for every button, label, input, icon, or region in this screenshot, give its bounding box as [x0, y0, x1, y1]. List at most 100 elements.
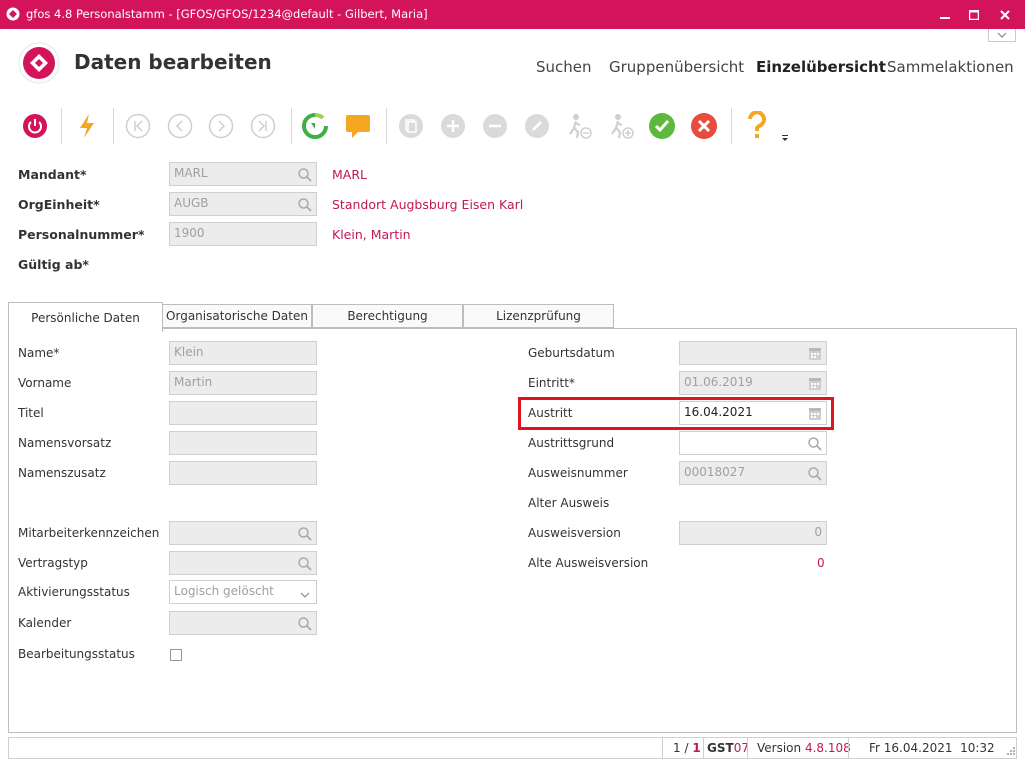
- tab-persoenliche-daten[interactable]: Persönliche Daten: [8, 302, 163, 332]
- help-button[interactable]: [742, 111, 772, 141]
- resize-grip[interactable]: [1006, 745, 1016, 755]
- ausweisnummer-label: Ausweisnummer: [528, 466, 628, 480]
- bearbeitungsstatus-checkbox[interactable]: [170, 649, 182, 661]
- maximize-icon: [969, 9, 979, 20]
- austrittsgrund-field[interactable]: [679, 431, 827, 455]
- comment-button[interactable]: [343, 111, 373, 141]
- cancel-button[interactable]: [689, 111, 719, 141]
- tab-lizenzpruefung[interactable]: Lizenzprüfung: [463, 304, 614, 328]
- statusbar-separator: [703, 738, 704, 758]
- tab-berechtigung[interactable]: Berechtigung: [312, 304, 463, 328]
- toolbar-separator: [731, 108, 732, 144]
- nav-suchen[interactable]: Suchen: [536, 58, 592, 76]
- help-icon: [748, 111, 766, 138]
- lightning-icon: [80, 114, 94, 138]
- header-collapse-button[interactable]: [988, 29, 1016, 42]
- statusbar-separator: [747, 738, 748, 758]
- personalnummer-field[interactable]: 1900: [169, 222, 317, 246]
- alte-ausweisversion-value: 0: [817, 556, 825, 570]
- previous-record-button[interactable]: [165, 111, 195, 141]
- search-icon[interactable]: [297, 197, 313, 213]
- remove-icon: [483, 114, 507, 138]
- refresh-button[interactable]: [300, 111, 330, 141]
- page-title: Daten bearbeiten: [74, 50, 272, 74]
- mitarbeiterkennzeichen-field[interactable]: [169, 521, 317, 545]
- kalender-field[interactable]: [169, 611, 317, 635]
- close-window-button[interactable]: [990, 0, 1020, 29]
- close-icon: [1000, 9, 1010, 20]
- mandant-field[interactable]: MARL: [169, 162, 317, 186]
- next-record-button[interactable]: [206, 111, 236, 141]
- edit-button[interactable]: [522, 111, 552, 141]
- person-exit-button[interactable]: [564, 111, 594, 141]
- gst-indicator: GST07: [707, 741, 749, 755]
- search-icon[interactable]: [297, 616, 313, 632]
- search-icon[interactable]: [297, 556, 313, 572]
- namensvorsatz-field[interactable]: [169, 431, 317, 455]
- minimize-button[interactable]: [930, 0, 960, 29]
- last-record-button[interactable]: [248, 111, 278, 141]
- person-add-button[interactable]: [606, 111, 636, 141]
- calendar-icon[interactable]: [807, 376, 823, 392]
- vertragstyp-label: Vertragstyp: [18, 556, 88, 570]
- toolbar-overflow-button[interactable]: [780, 132, 790, 142]
- namensvorsatz-label: Namensvorsatz: [18, 436, 112, 450]
- first-icon: [125, 113, 151, 139]
- eintritt-field[interactable]: 01.06.2019: [679, 371, 827, 395]
- ausweisnummer-value: 00018027: [684, 465, 746, 479]
- austrittsgrund-label: Austrittsgrund: [528, 436, 615, 450]
- toolbar: [0, 101, 1025, 151]
- search-icon[interactable]: [297, 167, 313, 183]
- vorname-value: Martin: [174, 375, 213, 389]
- aktivierungsstatus-value: Logisch gelöscht: [174, 584, 274, 598]
- comment-icon: [346, 115, 370, 138]
- nav-sammelaktionen[interactable]: Sammelaktionen: [887, 58, 1014, 76]
- tab-organisatorische-daten[interactable]: Organisatorische Daten: [162, 304, 312, 328]
- cancel-icon: [691, 113, 717, 139]
- resize-grip-icon: [1007, 747, 1015, 755]
- next-icon: [208, 113, 234, 139]
- namenszusatz-field[interactable]: [169, 461, 317, 485]
- geburtsdatum-field[interactable]: . .: [679, 341, 827, 365]
- search-icon[interactable]: [297, 526, 313, 542]
- refresh-icon: [302, 113, 328, 139]
- search-icon[interactable]: [807, 436, 823, 452]
- ausweisnummer-field[interactable]: 00018027: [679, 461, 827, 485]
- personalnummer-value: 1900: [174, 226, 205, 240]
- titel-field[interactable]: [169, 401, 317, 425]
- ausweisversion-label: Ausweisversion: [528, 526, 621, 540]
- power-icon: [23, 114, 47, 138]
- vertragstyp-field[interactable]: [169, 551, 317, 575]
- austritt-highlight-frame: [518, 397, 834, 430]
- chevron-down-icon: [997, 32, 1007, 38]
- maximize-button[interactable]: [959, 0, 989, 29]
- add-button[interactable]: [438, 111, 468, 141]
- edit-icon: [525, 114, 549, 138]
- search-icon[interactable]: [807, 466, 823, 482]
- app-icon: [6, 7, 20, 21]
- copy-button[interactable]: [396, 111, 426, 141]
- nav-gruppenuebersicht[interactable]: Gruppenübersicht: [609, 58, 744, 76]
- statusbar-separator: [662, 738, 663, 758]
- aktivierungsstatus-select[interactable]: Logisch gelöscht: [169, 580, 317, 604]
- vorname-label: Vorname: [18, 376, 72, 390]
- personalnummer-description: Klein, Martin: [332, 227, 411, 242]
- nav-einzeluebersicht[interactable]: Einzelübersicht: [756, 58, 886, 76]
- title-bar: gfos 4.8 Personalstamm - [GFOS/GFOS/1234…: [0, 0, 1025, 29]
- toolbar-separator: [386, 108, 387, 144]
- orgeinheit-value: AUGB: [174, 196, 209, 210]
- lightning-button[interactable]: [72, 111, 102, 141]
- record-counter: 1 / 1: [673, 741, 701, 755]
- orgeinheit-field[interactable]: AUGB: [169, 192, 317, 216]
- name-field[interactable]: Klein: [169, 341, 317, 365]
- confirm-button[interactable]: [647, 111, 677, 141]
- overflow-icon: [782, 135, 788, 141]
- first-record-button[interactable]: [123, 111, 153, 141]
- chevron-down-icon: [300, 592, 310, 598]
- calendar-icon[interactable]: [807, 346, 823, 362]
- power-button[interactable]: [20, 111, 50, 141]
- titel-label: Titel: [18, 406, 44, 420]
- ausweisversion-field[interactable]: 0: [679, 521, 827, 545]
- remove-button[interactable]: [480, 111, 510, 141]
- vorname-field[interactable]: Martin: [169, 371, 317, 395]
